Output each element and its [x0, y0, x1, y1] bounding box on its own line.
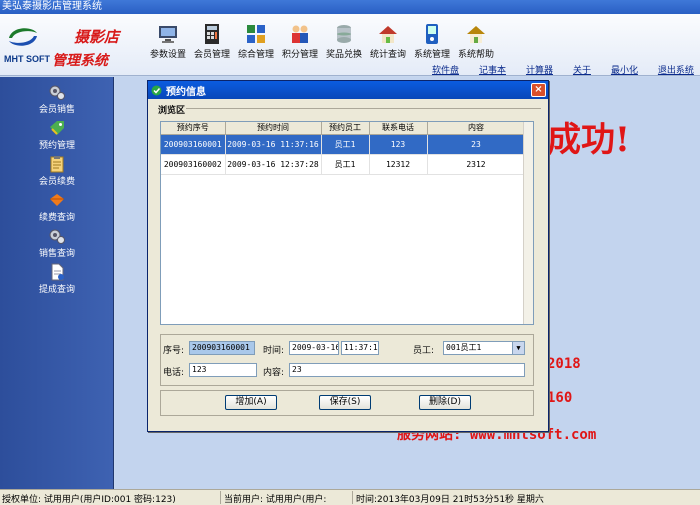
clipboard-icon — [50, 156, 64, 173]
tool-members[interactable]: 会员管理 — [190, 18, 234, 60]
quick-links: 软件盘 记事本 计算器 关于 最小化 退出系统 — [432, 63, 700, 76]
close-button[interactable]: × — [531, 83, 546, 97]
staff-select[interactable]: 001员工1 ▼ — [443, 341, 525, 355]
date-field[interactable]: 2009-03-16 — [289, 341, 339, 355]
sidebar-item-appointment[interactable]: 预约管理 — [0, 119, 114, 153]
sidebar-item-commission-query[interactable]: 提成查询 — [0, 263, 114, 297]
browse-label: 浏览区 — [158, 106, 186, 116]
status-time: 时间:2013年03月09日 21时53分51秒 星期六 — [356, 495, 544, 505]
logo-icon — [9, 28, 37, 46]
table-row[interactable]: 200903160002 2009-03-16 12:37:28 员工1 123… — [161, 154, 526, 175]
appointment-grid[interactable]: 预约序号 预约时间 预约员工 联系电话 内容 200903160001 2009… — [160, 121, 534, 325]
staff-label: 员工: — [413, 346, 435, 356]
monitor-icon — [159, 26, 177, 43]
chevron-down-icon[interactable]: ▼ — [512, 342, 524, 354]
calculator-icon — [205, 24, 219, 44]
column-header[interactable]: 预约员工 — [321, 122, 370, 135]
time-label: 时间: — [263, 346, 285, 356]
tool-prizes[interactable]: 奖品兑换 — [322, 18, 366, 60]
gears-icon — [49, 85, 65, 100]
info-line-1: 2018 — [547, 356, 581, 372]
header: MHT SOFT 摄影店 管理系统 参数设置 会员管理 综合管理 积分管理 奖品… — [0, 14, 700, 76]
tool-points[interactable]: 积分管理 — [278, 18, 322, 60]
tool-system[interactable]: 系统管理 — [410, 18, 454, 60]
sidebar: 会员销售 预约管理 会员续费 续费查询 销售查询 提成查询 — [0, 77, 114, 489]
people-icon — [292, 25, 308, 43]
column-header[interactable]: 内容 — [427, 122, 526, 135]
grid-header: 预约序号 预约时间 预约员工 联系电话 内容 — [161, 122, 526, 135]
document-icon — [51, 263, 64, 281]
seq-field[interactable]: 200903160001 — [189, 341, 255, 355]
phone-label: 电话: — [163, 368, 185, 378]
tool-general[interactable]: 综合管理 — [234, 18, 278, 60]
logo: MHT SOFT 摄影店 管理系统 — [2, 18, 142, 74]
edit-form: 序号: 200903160001 时间: 2009-03-16 11:37:16… — [160, 334, 534, 386]
button-bar: 增加(A) 保存(S) 删除(D) — [160, 390, 534, 416]
divider — [186, 108, 541, 109]
status-separator — [220, 491, 221, 504]
dialog-title: 预约信息 — [166, 86, 206, 98]
window-title: 美弘泰摄影店管理系统 — [0, 0, 700, 14]
dialog-titlebar[interactable]: 预约信息 — [148, 81, 548, 99]
save-button[interactable]: 保存(S) — [319, 395, 371, 410]
tool-params[interactable]: 参数设置 — [146, 18, 190, 60]
add-button[interactable]: 增加(A) — [225, 395, 277, 410]
info-line-2: 160 — [547, 390, 573, 406]
phone-icon — [426, 24, 438, 44]
status-bar: 授权单位: 试用用户(用户ID:001 密码:123) 当前用户: 试用用户(用… — [0, 489, 700, 505]
house-icon — [467, 26, 485, 43]
sidebar-item-renew-query[interactable]: 续费查询 — [0, 191, 114, 225]
blocks-icon — [247, 25, 265, 43]
check-icon — [151, 85, 162, 95]
link-exit[interactable]: 退出系统 — [658, 63, 694, 76]
sidebar-item-member-sales[interactable]: 会员销售 — [0, 83, 114, 117]
column-header[interactable]: 联系电话 — [369, 122, 428, 135]
tag-icon — [50, 121, 64, 135]
link-minimize[interactable]: 最小化 — [611, 63, 638, 76]
sidebar-item-renew[interactable]: 会员续费 — [0, 155, 114, 189]
link-calculator[interactable]: 计算器 — [526, 63, 553, 76]
logo-line2: 管理系统 — [52, 53, 108, 69]
delete-button[interactable]: 删除(D) — [419, 395, 471, 410]
gem-icon — [50, 194, 64, 206]
tool-help[interactable]: 系统帮助 — [454, 18, 498, 60]
seq-label: 序号: — [163, 346, 185, 356]
house-icon — [379, 26, 397, 43]
time-field[interactable]: 11:37:16 — [341, 341, 379, 355]
content-label: 内容: — [263, 368, 285, 378]
toolbar: 参数设置 会员管理 综合管理 积分管理 奖品兑换 统计查询 系统管理 系统帮助 — [146, 18, 498, 60]
status-current-user: 当前用户: 试用用户(用户: — [224, 495, 327, 505]
status-auth: 授权单位: 试用用户(用户ID:001 密码:123) — [2, 495, 176, 505]
link-keyboard[interactable]: 软件盘 — [432, 63, 459, 76]
link-about[interactable]: 关于 — [573, 63, 591, 76]
grid-scrollbar[interactable] — [523, 122, 533, 324]
phone-field[interactable]: 123 — [189, 363, 257, 377]
table-row[interactable]: 200903160001 2009-03-16 11:37:16 员工1 123… — [161, 134, 526, 155]
gears-icon — [49, 229, 65, 244]
link-notepad[interactable]: 记事本 — [479, 63, 506, 76]
logo-company: MHT SOFT — [4, 54, 50, 64]
column-header[interactable]: 预约时间 — [225, 122, 322, 135]
appointment-dialog: 预约信息 × 浏览区 预约序号 预约时间 预约员工 联系电话 内容 200903… — [147, 80, 549, 432]
status-separator — [352, 491, 353, 504]
success-text: 成功! — [547, 120, 630, 160]
database-icon — [337, 25, 351, 43]
tool-stats[interactable]: 统计查询 — [366, 18, 410, 60]
logo-line1: 摄影店 — [74, 28, 120, 46]
column-header[interactable]: 预约序号 — [161, 122, 226, 135]
content-field[interactable]: 23 — [289, 363, 525, 377]
sidebar-item-sales-query[interactable]: 销售查询 — [0, 227, 114, 261]
